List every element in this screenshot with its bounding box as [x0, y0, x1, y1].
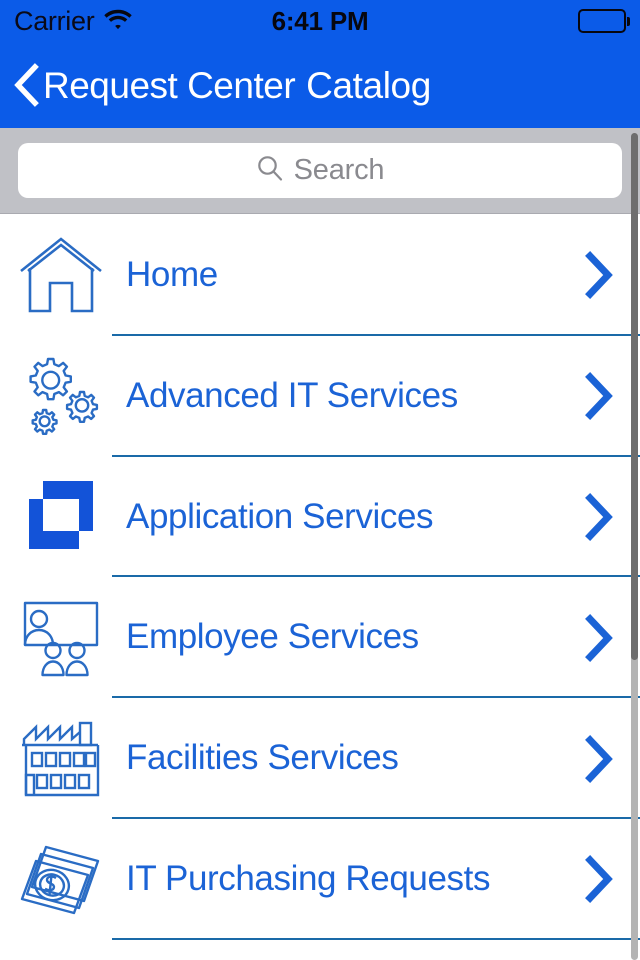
chevron-right-icon[interactable]: [576, 372, 622, 421]
list-item-label: Employee Services: [126, 617, 419, 657]
money-icon: [13, 839, 109, 919]
vertical-scrollbar[interactable]: [631, 133, 638, 960]
list-item[interactable]: Home: [0, 215, 640, 336]
search-bar-container: Search: [0, 128, 640, 214]
people-presentation-icon: [13, 595, 109, 681]
catalog-screen: Carrier 6:41 PM Request Center Catalog S…: [0, 0, 640, 960]
list-item[interactable]: Employee Services: [0, 577, 640, 699]
chevron-right-icon[interactable]: [576, 493, 622, 541]
back-button[interactable]: Request Center: [0, 42, 296, 128]
chevron-right-icon[interactable]: [576, 855, 622, 904]
gears-icon: [13, 353, 109, 439]
list-item[interactable]: Application Services: [0, 457, 640, 578]
back-button-label: Request Center: [43, 64, 296, 106]
chevron-left-icon: [13, 63, 39, 107]
factory-icon: [13, 718, 109, 800]
status-bar-center: 6:41 PM: [0, 0, 640, 42]
list-item-label: Home: [126, 255, 218, 295]
squares-icon: [13, 475, 109, 559]
status-bar: Carrier 6:41 PM: [0, 0, 640, 42]
list-item-label: Facilities Services: [126, 738, 399, 778]
status-bar-right: [578, 0, 630, 42]
search-icon: [256, 154, 284, 187]
search-placeholder: Search: [293, 154, 385, 186]
chevron-right-icon[interactable]: [576, 734, 622, 783]
row-separator: [112, 937, 640, 940]
list-item[interactable]: Advanced IT Services: [0, 336, 640, 457]
list-item[interactable]: IT Purchasing Requests: [0, 819, 640, 940]
list-item-label: Application Services: [126, 496, 434, 536]
chevron-right-icon[interactable]: [576, 613, 622, 662]
page-title: Catalog: [306, 64, 431, 106]
search-input[interactable]: Search: [18, 143, 622, 198]
scrollbar-thumb[interactable]: [631, 133, 638, 660]
chevron-right-icon[interactable]: [576, 251, 622, 300]
list-item[interactable]: Facilities Services: [0, 698, 640, 819]
battery-full-icon: [578, 9, 630, 33]
list-item-label: Advanced IT Services: [126, 375, 458, 415]
navigation-bar: Request Center Catalog: [0, 42, 640, 128]
clock-label: 6:41 PM: [271, 5, 369, 36]
catalog-list: Home Advanced IT Services Application Se…: [0, 215, 640, 960]
list-item-label: IT Purchasing Requests: [126, 859, 491, 898]
house-icon: [13, 235, 109, 315]
